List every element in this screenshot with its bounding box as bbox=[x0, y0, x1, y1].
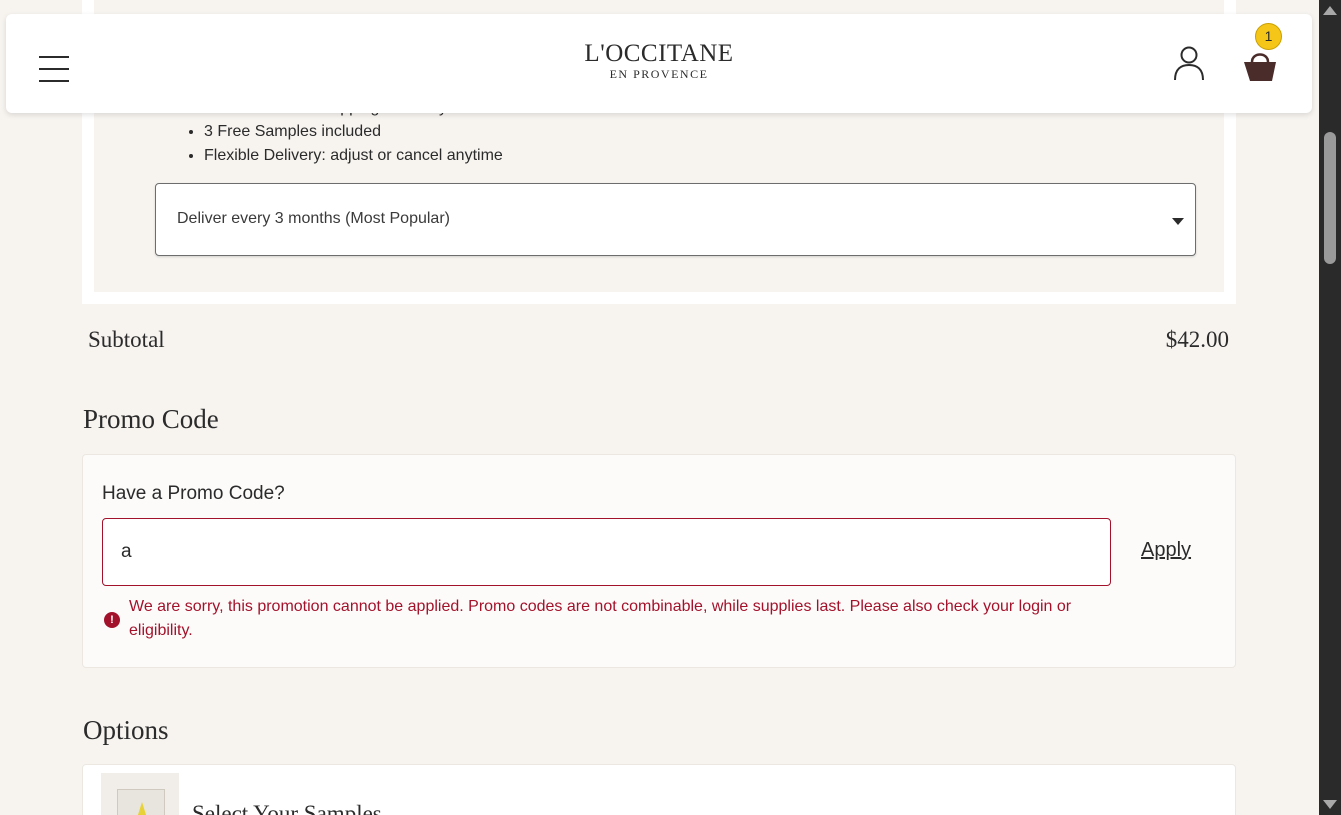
delivery-frequency-select[interactable]: Deliver every 3 months (Most Popular) bbox=[155, 183, 1196, 256]
options-section-title: Options bbox=[83, 715, 169, 745]
brand-name: L'OCCITANE bbox=[584, 40, 734, 67]
promo-error-message: We are sorry, this promotion cannot be a… bbox=[129, 598, 1072, 639]
scroll-up-icon[interactable] bbox=[1323, 6, 1337, 15]
caret-down-icon bbox=[1172, 218, 1184, 225]
delivery-frequency-value: Deliver every 3 months (Most Popular) bbox=[177, 210, 450, 227]
brand-subtitle: EN PROVENCE bbox=[609, 67, 709, 81]
promo-section-title: Promo Code bbox=[83, 404, 219, 434]
account-icon[interactable] bbox=[1172, 45, 1206, 81]
promo-code-card: Have a Promo Code? Apply ! We are sorry,… bbox=[82, 454, 1236, 668]
subtotal-label: Subtotal bbox=[88, 327, 165, 352]
sample-bottle-image bbox=[117, 789, 165, 815]
benefit-item: 3 Free Samples included bbox=[204, 120, 503, 144]
scrollbar-thumb[interactable] bbox=[1324, 132, 1336, 264]
sample-thumbnail bbox=[101, 773, 179, 815]
select-samples-label: Select Your Samples bbox=[192, 801, 382, 815]
promo-question-label: Have a Promo Code? bbox=[102, 483, 285, 504]
samples-option-card[interactable]: Select Your Samples bbox=[82, 764, 1236, 815]
benefit-item: Flexible Delivery: adjust or cancel anyt… bbox=[204, 144, 503, 168]
cart-count-badge: 1 bbox=[1255, 23, 1282, 50]
error-icon: ! bbox=[104, 612, 120, 628]
subtotal-value: $42.00 bbox=[1165, 327, 1229, 352]
scroll-down-icon[interactable] bbox=[1323, 800, 1337, 809]
menu-icon[interactable] bbox=[39, 56, 69, 82]
site-header: L'OCCITANE EN PROVENCE bbox=[6, 14, 1312, 113]
page-scrollbar[interactable] bbox=[1319, 0, 1341, 815]
brand-logo[interactable]: L'OCCITANE EN PROVENCE bbox=[566, 40, 752, 82]
promo-code-input[interactable] bbox=[102, 518, 1111, 586]
apply-promo-button[interactable]: Apply bbox=[1141, 539, 1191, 562]
cart-icon[interactable] bbox=[1242, 48, 1282, 82]
